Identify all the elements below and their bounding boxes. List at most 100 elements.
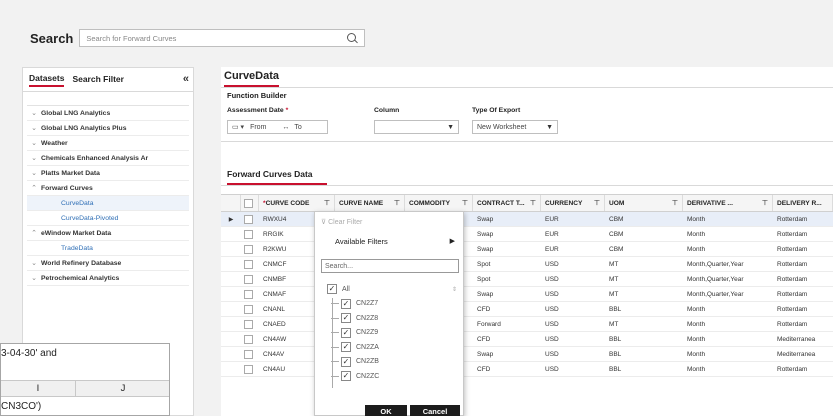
row-checkbox[interactable] [244,289,253,299]
select-all-checkbox[interactable] [244,198,253,208]
sidebar-item-curvedata-pivoted[interactable]: CurveData-Pivoted [27,211,189,226]
table-row[interactable]: CNMCF Spot USD MT Month,Quarter,Year Rotterda… [221,257,833,272]
row-indicator [221,272,241,286]
assessment-date-range[interactable]: ▭ ▾ From ↔ To [227,120,328,134]
filter-popup: ⊽ Clear Filter Available Filters ▶ Searc… [314,211,464,416]
column-i-header[interactable]: I [1,381,76,396]
calendar-icon[interactable]: ▭ ▾ [232,123,244,131]
filter-option[interactable]: ✓ CN2Z7 [327,297,379,312]
row-select-cell[interactable] [241,242,259,256]
filter-icon[interactable]: ⊤ [594,199,600,207]
checkbox[interactable]: ✓ [341,298,351,309]
row-checkbox[interactable] [244,349,253,359]
sidebar-item-tradedata[interactable]: TradeData [27,241,189,256]
tab-search-filter[interactable]: Search Filter [72,74,124,86]
row-checkbox[interactable] [244,334,253,344]
row-checkbox[interactable] [244,214,253,224]
row-select-cell[interactable] [241,347,259,361]
filter-option[interactable]: ✓ CN2ZC [327,369,379,384]
row-checkbox[interactable] [244,274,253,284]
table-row[interactable]: CNANL CFD USD BBL Month Rotterdam [221,302,833,317]
sidebar-item-curvedata[interactable]: CurveData [27,196,189,211]
table-row[interactable]: CN4AU CFD USD BBL Month Rotterdam [221,362,833,377]
row-checkbox[interactable] [244,259,253,269]
cell-derivative: Month,Quarter,Year [687,260,744,268]
filter-icon[interactable]: ⊤ [762,199,768,207]
table-row[interactable]: CN4AW CFD USD BBL Month Mediterranea [221,332,833,347]
sidebar-item-petrochemical-analytics[interactable]: ⌄ Petrochemical Analytics [27,271,189,286]
sidebar-item-ewindow-market-data[interactable]: ⌃ eWindow Market Data [27,226,189,241]
checkbox[interactable]: ✓ [341,327,351,338]
checkbox[interactable]: ✓ [341,356,351,367]
row-select-cell[interactable] [241,317,259,331]
header-derivative[interactable]: DERIVATIVE ... ⊤ [683,195,773,211]
filter-option-label: CN2Z7 [356,300,379,308]
clear-filter-button[interactable]: ⊽ Clear Filter [321,218,362,226]
filter-option[interactable]: ✓ CN2Z8 [327,311,379,326]
row-select-cell[interactable] [241,332,259,346]
row-select-cell[interactable] [241,272,259,286]
filter-option[interactable]: ✓ CN2Z9 [327,326,379,341]
header-select-all[interactable] [241,195,259,211]
filter-option-all[interactable]: ✓ All [327,282,379,297]
filter-option[interactable]: ✓ CN2ZA [327,340,379,355]
filter-icon[interactable]: ⊤ [394,199,400,207]
filter-icon[interactable]: ⊤ [672,199,678,207]
checkbox[interactable]: ✓ [341,313,351,324]
sidebar-item-platts-market-data[interactable]: ⌄ Platts Market Data [27,166,189,181]
header-curve-code[interactable]: * CURVE CODE ⊤ [259,195,335,211]
header-contract-type[interactable]: CONTRACT T... ⊤ [473,195,541,211]
table-row[interactable]: CNAED Forward USD MT Month Rotterdam [221,317,833,332]
row-checkbox[interactable] [244,304,253,314]
column-select[interactable]: ▼ [374,120,459,134]
filter-icon[interactable]: ⊤ [462,199,468,207]
header-uom[interactable]: UOM ⊤ [605,195,683,211]
cancel-button[interactable]: Cancel [410,405,460,416]
sidebar-item-global-lng-analytics-plus[interactable]: ⌄ Global LNG Analytics Plus [27,121,189,136]
sidebar-item-weather[interactable]: ⌄ Weather [27,136,189,151]
row-select-cell[interactable] [241,302,259,316]
search-input[interactable]: Search for Forward Curves [79,29,366,47]
table-row[interactable]: CNMBF Spot USD MT Month,Quarter,Year Rotterda… [221,272,833,287]
header-delivery[interactable]: DELIVERY R... [773,195,833,211]
sidebar-item-forward-curves[interactable]: ⌃ Forward Curves [27,181,189,196]
from-date-input[interactable]: From [250,124,266,131]
table-row[interactable]: CN4AV Swap USD BBL Month Mediterranea [221,347,833,362]
filter-option[interactable]: ✓ CN2ZB [327,355,379,370]
sidebar-item-world-refinery-database[interactable]: ⌄ World Refinery Database [27,256,189,271]
collapse-sidebar-icon[interactable]: « [183,73,189,85]
row-checkbox[interactable] [244,229,253,239]
row-checkbox[interactable] [244,244,253,254]
column-j-header[interactable]: J [76,381,169,396]
row-select-cell[interactable] [241,212,259,226]
checkbox[interactable]: ✓ [341,342,351,353]
scroll-indicator[interactable]: ⇕ [452,286,457,293]
row-select-cell[interactable] [241,287,259,301]
export-type-select[interactable]: New Worksheet ▼ [472,120,558,134]
checkbox[interactable]: ✓ [341,371,351,382]
sidebar-item-chemicals[interactable]: ⌄ Chemicals Enhanced Analysis Ar [27,151,189,166]
sidebar-item-global-lng-analytics[interactable]: ⌄ Global LNG Analytics [27,106,189,121]
row-checkbox[interactable] [244,319,253,329]
search-icon[interactable] [347,33,357,42]
row-select-cell[interactable] [241,362,259,376]
header-curve-name[interactable]: CURVE NAME ⊤ [335,195,405,211]
table-row[interactable]: CNMAF Swap USD MT Month,Quarter,Year Rotterda… [221,287,833,302]
cell-contract-type: CFD [477,365,491,373]
table-row[interactable]: ▶ RWXU4 Swap EUR CBM Month Rotterdam [221,212,833,227]
table-row[interactable]: R2KWU Swap EUR CBM Month Rotterdam [221,242,833,257]
filter-search-input[interactable]: Search... [321,259,459,273]
ok-button[interactable]: OK [365,405,407,416]
available-filters-item[interactable]: Available Filters [335,237,388,246]
row-select-cell[interactable] [241,257,259,271]
row-checkbox[interactable] [244,364,253,374]
header-currency[interactable]: CURRENCY ⊤ [541,195,605,211]
to-date-input[interactable]: To [294,124,301,131]
filter-icon[interactable]: ⊤ [324,199,330,207]
row-select-cell[interactable] [241,227,259,241]
header-commodity[interactable]: COMMODITY ⊤ [405,195,473,211]
table-row[interactable]: RRGIK Swap EUR CBM Month Rotterdam [221,227,833,242]
checkbox[interactable]: ✓ [327,284,337,295]
tab-datasets[interactable]: Datasets [29,73,65,87]
filter-icon[interactable]: ⊤ [530,199,536,207]
